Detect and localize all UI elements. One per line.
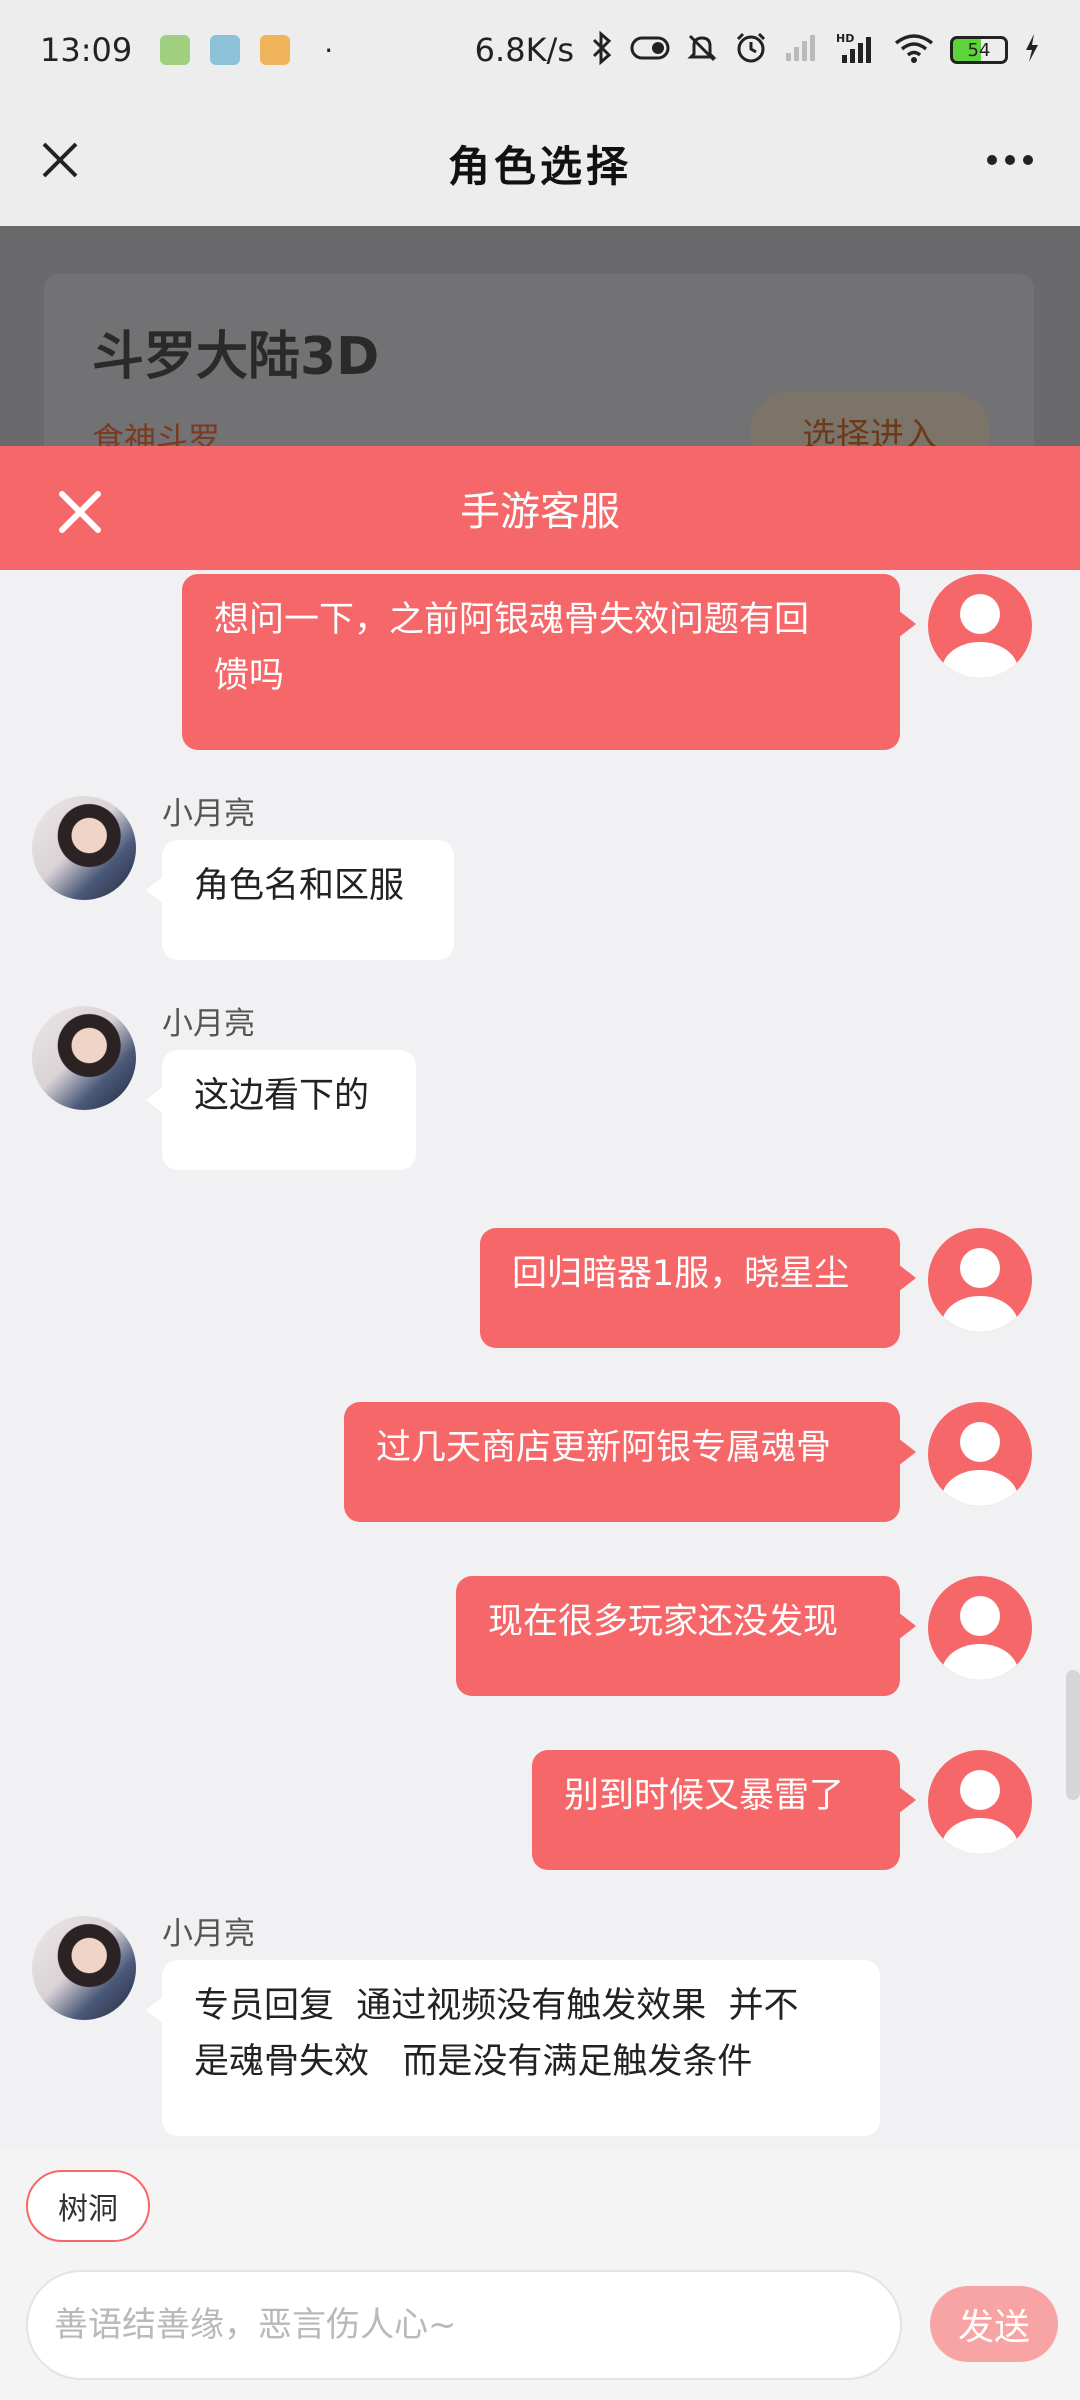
message-line: 想问一下，之前阿银魂骨失效问题有回 [214, 600, 810, 640]
more-notifications-dot: · [324, 33, 334, 67]
service-title: 手游客服 [460, 489, 620, 535]
chat-list[interactable]: 想问一下，之前阿银魂骨失效问题有回 馈吗 小月亮 角色名和区服 小月亮 这边看下… [0, 570, 1080, 2150]
message-line: 角色名和区服 [194, 866, 405, 906]
network-speed: 6.8K/s [474, 31, 574, 69]
input-bar: 树洞 发送 [0, 2150, 1080, 2400]
message-input[interactable] [26, 2270, 902, 2380]
message-line: 回归暗器1服，晓星尘 [512, 1254, 850, 1294]
my-avatar-icon[interactable] [928, 574, 1032, 678]
message-line: 这边看下的 [194, 1076, 370, 1116]
bluetooth-icon [590, 30, 614, 70]
agent-message-bubble: 角色名和区服 [146, 840, 454, 960]
svg-text:HD: HD [836, 32, 854, 45]
agent-avatar[interactable] [32, 1006, 136, 1110]
sender-name: 小月亮 [162, 1006, 255, 1042]
my-avatar-icon[interactable] [928, 1750, 1032, 1854]
hd-signal-icon: HD [836, 31, 878, 70]
my-message-bubble: 别到时候又暴雷了 [532, 1750, 916, 1870]
mute-icon [686, 32, 718, 69]
message-line: 是魂骨失效 而是没有满足触发条件 [194, 2042, 753, 2082]
game-card: 斗罗大陆3D 食神斗罗 选择进入 [44, 274, 1034, 446]
sender-name: 小月亮 [162, 796, 255, 832]
message-line: 别到时候又暴雷了 [564, 1776, 845, 1816]
sender-name: 小月亮 [162, 1916, 255, 1952]
my-message-bubble: 回归暗器1服，晓星尘 [480, 1228, 916, 1348]
alarm-icon [734, 31, 768, 70]
close-icon[interactable] [30, 130, 90, 190]
agent-message-bubble: 专员回复 通过视频没有触发效果 并不 是魂骨失效 而是没有满足触发条件 [146, 1960, 880, 2136]
service-header: 手游客服 [0, 446, 1080, 570]
role-name: 食神斗罗 [92, 420, 221, 446]
toggle-icon [630, 34, 670, 66]
tree-hole-tag[interactable]: 树洞 [26, 2170, 150, 2242]
message-line: 馈吗 [214, 656, 285, 696]
my-message-bubble: 想问一下，之前阿银魂骨失效问题有回 馈吗 [182, 574, 916, 750]
signal-icon [784, 33, 820, 68]
send-button[interactable]: 发送 [930, 2286, 1058, 2362]
status-bar: 13:09 · 6.8K/s HD 54 [0, 0, 1080, 100]
app-notification-icon [210, 35, 241, 65]
my-avatar-icon[interactable] [928, 1402, 1032, 1506]
agent-avatar[interactable] [32, 1916, 136, 2020]
scrollbar[interactable] [1066, 1670, 1080, 1800]
charging-icon [1024, 33, 1040, 68]
my-avatar-icon[interactable] [928, 1576, 1032, 1680]
wifi-icon [894, 33, 934, 68]
message-line: 专员回复 通过视频没有触发效果 并不 [194, 1986, 799, 2026]
page-title: 角色选择 [447, 141, 632, 191]
my-avatar-icon[interactable] [928, 1228, 1032, 1332]
status-icons: 6.8K/s HD 54 [474, 30, 1040, 70]
my-message-bubble: 过几天商店更新阿银专属魂骨 [344, 1402, 916, 1522]
close-chat-icon[interactable] [54, 486, 106, 538]
agent-avatar[interactable] [32, 796, 136, 900]
game-title: 斗罗大陆3D [92, 327, 380, 387]
top-nav: 角色选择 [0, 100, 1080, 226]
more-options-icon[interactable] [980, 140, 1040, 180]
my-message-bubble: 现在很多玩家还没发现 [456, 1576, 916, 1696]
message-line: 现在很多玩家还没发现 [488, 1602, 839, 1642]
agent-message-bubble: 这边看下的 [146, 1050, 416, 1170]
app-notification-icon [160, 35, 191, 65]
message-line: 过几天商店更新阿银专属魂骨 [376, 1428, 832, 1468]
app-notification-icon [260, 35, 291, 65]
clock: 13:09 [40, 31, 133, 69]
battery-icon: 54 [950, 36, 1008, 64]
enter-button: 选择进入 [750, 392, 990, 446]
dimmed-overlay[interactable]: 斗罗大陆3D 食神斗罗 选择进入 [0, 226, 1080, 446]
